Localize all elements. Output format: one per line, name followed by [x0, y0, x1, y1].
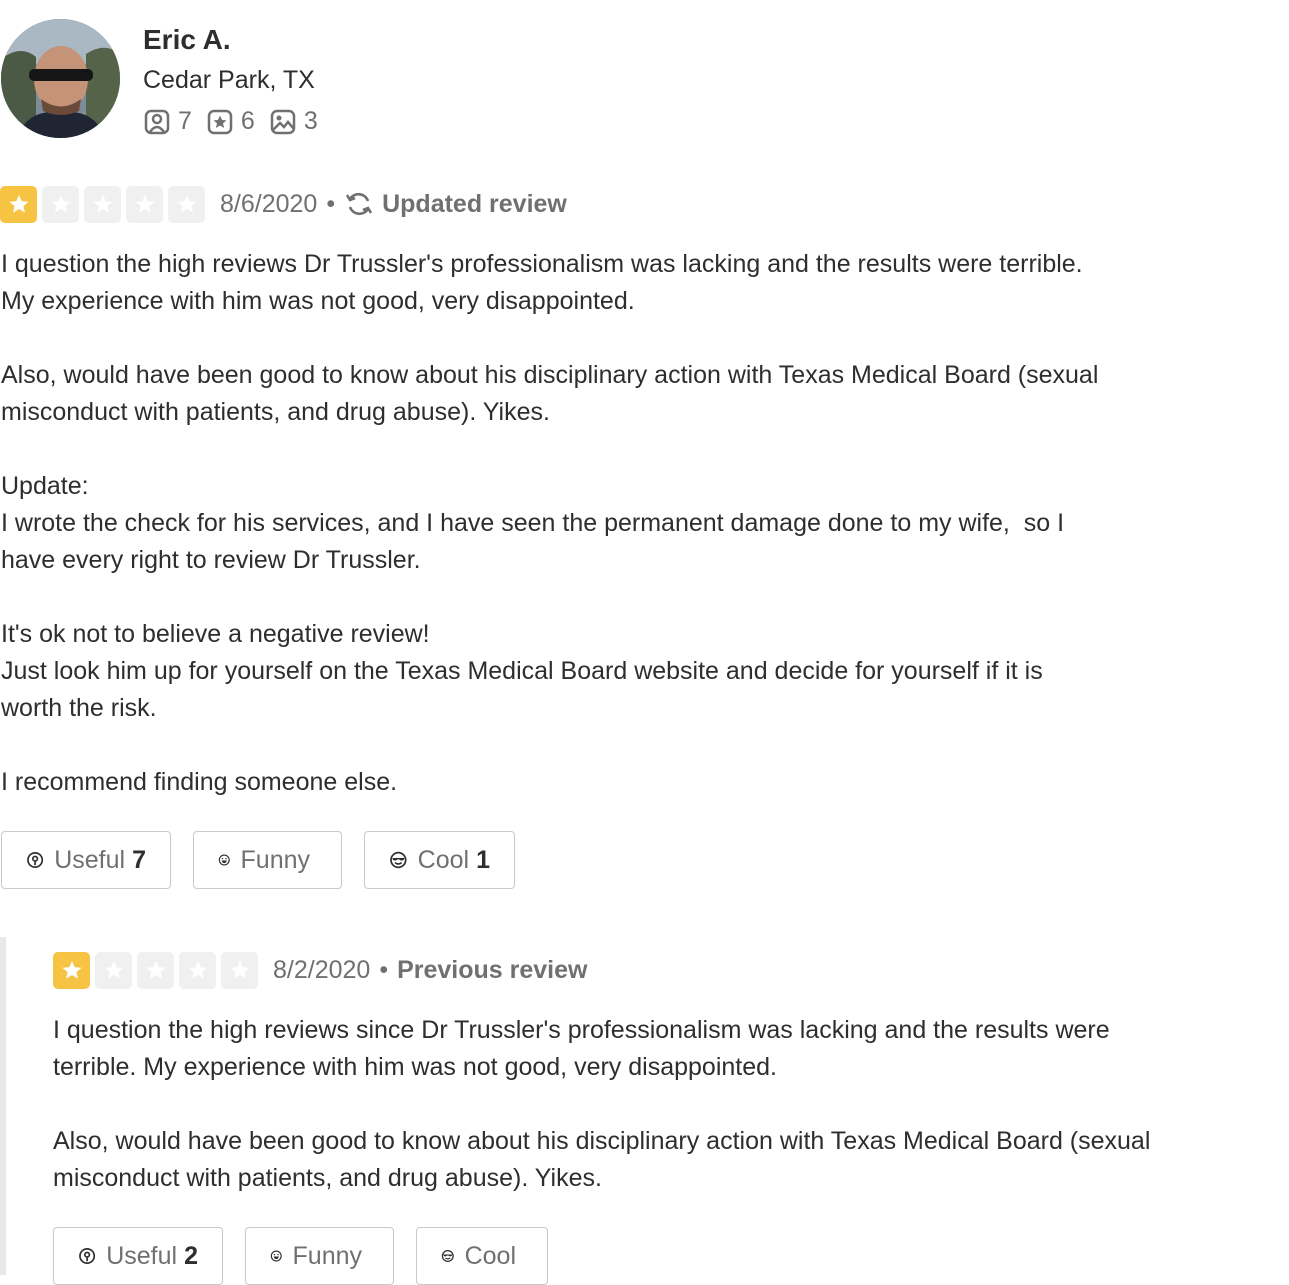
- separator-dot: •: [379, 955, 389, 984]
- funny-label: Funny: [292, 1241, 362, 1270]
- photo-icon: [270, 109, 296, 134]
- cool-button[interactable]: Cool 1: [364, 831, 515, 889]
- previous-review-rating-row: 8/2/2020 • Previous review: [53, 950, 587, 990]
- funny-button[interactable]: Funny: [193, 831, 342, 889]
- previous-review-status: Previous review: [397, 956, 587, 985]
- cool-icon: [390, 851, 407, 869]
- cool-button[interactable]: Cool: [416, 1227, 548, 1285]
- photos-stat: 3: [269, 107, 318, 136]
- star-icon: [84, 185, 121, 223]
- star-icon: [0, 185, 37, 223]
- star-rating: [53, 951, 263, 989]
- friends-icon: [144, 109, 170, 134]
- star-icon: [53, 951, 90, 989]
- cool-count: 1: [476, 845, 490, 874]
- review-reactions: Useful 7 Funny Cool 1: [1, 831, 537, 889]
- star-icon: [126, 185, 163, 223]
- cool-icon: [441, 1250, 454, 1262]
- previous-review-border: [0, 937, 6, 1275]
- useful-count: 7: [132, 845, 146, 874]
- previous-review-date: 8/2/2020: [273, 955, 371, 984]
- previous-review-status-label: Previous review: [397, 955, 588, 984]
- star-rating: [0, 185, 210, 223]
- review-star-icon: [207, 109, 233, 134]
- useful-count: 2: [184, 1241, 198, 1270]
- useful-button[interactable]: Useful 7: [1, 831, 171, 889]
- review-status: Updated review: [344, 190, 567, 219]
- review-date: 8/6/2020: [220, 189, 318, 218]
- reviews-count: 6: [240, 107, 255, 135]
- funny-label: Funny: [240, 845, 310, 874]
- friends-count: 7: [178, 107, 192, 135]
- cool-label: Cool: [464, 1241, 516, 1270]
- reviewer-stats: 7 6 3: [143, 107, 543, 136]
- useful-label: Useful: [106, 1241, 178, 1270]
- review-status-label: Updated review: [382, 189, 567, 218]
- cool-label: Cool: [417, 845, 470, 874]
- reviewer-location: Cedar Park, TX: [143, 66, 315, 94]
- useful-label: Useful: [54, 845, 126, 874]
- star-icon: [95, 951, 132, 989]
- star-icon: [221, 951, 258, 989]
- photos-count: 3: [303, 107, 318, 135]
- previous-review-text: I question the high reviews since Dr Tru…: [53, 1016, 1151, 1192]
- previous-review-reactions: Useful 2 Funny Cool: [53, 1227, 570, 1285]
- star-icon: [168, 185, 205, 223]
- avatar[interactable]: [1, 19, 120, 138]
- refresh-icon: [345, 192, 373, 216]
- funny-icon: [218, 854, 230, 866]
- funny-icon: [270, 1250, 282, 1262]
- star-icon: [137, 951, 174, 989]
- useful-icon: [79, 1247, 96, 1265]
- star-icon: [42, 185, 79, 223]
- funny-button[interactable]: Funny: [245, 1227, 394, 1285]
- useful-button[interactable]: Useful 2: [53, 1227, 223, 1285]
- review-rating-row: 8/6/2020 • Updated review: [0, 184, 567, 224]
- friends-stat: 7: [143, 107, 192, 136]
- separator-dot: •: [326, 189, 336, 218]
- reviews-stat: 6: [206, 107, 255, 136]
- star-icon: [179, 951, 216, 989]
- reviewer-name[interactable]: Eric A.: [143, 22, 543, 58]
- useful-icon: [27, 851, 44, 869]
- review-text: I question the high reviews Dr Trussler'…: [1, 250, 1099, 796]
